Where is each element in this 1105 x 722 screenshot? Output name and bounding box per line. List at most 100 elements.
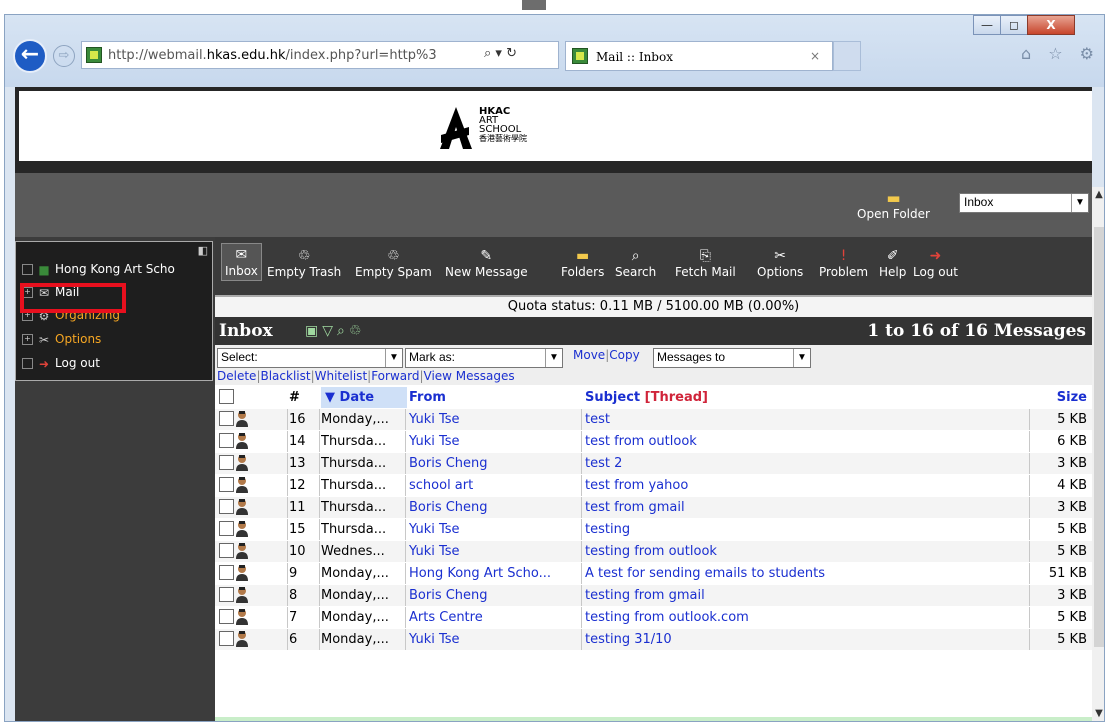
row-checkbox[interactable] bbox=[219, 499, 234, 514]
scroll-down-icon[interactable]: ▼ bbox=[1092, 708, 1104, 719]
message-subject[interactable]: test from gmail bbox=[585, 497, 1025, 518]
message-subject[interactable]: testing from outlook.com bbox=[585, 607, 1025, 628]
row-checkbox[interactable] bbox=[219, 411, 234, 426]
row-checkbox[interactable] bbox=[219, 521, 234, 536]
row-checkbox[interactable] bbox=[219, 587, 234, 602]
table-row[interactable]: 7 Monday,... Arts Centre testing from outlo… bbox=[215, 607, 1092, 628]
column-header-date[interactable]: ▼ Date bbox=[321, 387, 407, 408]
new-tab-button[interactable] bbox=[833, 41, 861, 71]
forward-link[interactable]: Forward bbox=[371, 369, 419, 383]
row-checkbox[interactable] bbox=[219, 455, 234, 470]
search-refresh-icons[interactable]: ⌕ ▾ ↻ bbox=[484, 46, 517, 61]
row-checkbox[interactable] bbox=[219, 477, 234, 492]
blacklist-link[interactable]: Blacklist bbox=[260, 369, 310, 383]
move-link[interactable]: Move bbox=[573, 348, 605, 362]
message-from[interactable]: Boris Cheng bbox=[409, 497, 581, 518]
column-divider bbox=[405, 519, 406, 540]
column-header-size[interactable]: Size bbox=[1033, 387, 1087, 408]
messages-to-dropdown[interactable]: Messages to ▼ bbox=[653, 348, 811, 368]
message-subject[interactable]: testing 31/10 bbox=[585, 629, 1025, 650]
row-checkbox[interactable] bbox=[219, 631, 234, 646]
help-button[interactable]: ✐ Help bbox=[879, 247, 906, 279]
table-row[interactable]: 15 Thursda... Yuki Tse testing 5 KB bbox=[215, 519, 1092, 540]
table-row[interactable]: 6 Monday,... Yuki Tse testing 31/10 5 KB bbox=[215, 629, 1092, 650]
message-from[interactable]: Yuki Tse bbox=[409, 431, 581, 452]
mark-as-dropdown[interactable]: Mark as: ▼ bbox=[405, 348, 563, 368]
message-subject[interactable]: test 2 bbox=[585, 453, 1025, 474]
scroll-up-icon[interactable]: ▲ bbox=[1092, 189, 1104, 200]
table-row[interactable]: 11 Thursda... Boris Cheng test from gmail 3 … bbox=[215, 497, 1092, 518]
whitelist-link[interactable]: Whitelist bbox=[315, 369, 368, 383]
table-row[interactable]: 14 Thursda... Yuki Tse test from outlook 6 K… bbox=[215, 431, 1092, 452]
message-from[interactable]: school art bbox=[409, 475, 581, 496]
folder-select[interactable]: Inbox ▼ bbox=[959, 193, 1089, 213]
scrollbar-thumb[interactable] bbox=[1094, 227, 1104, 647]
table-row[interactable]: 13 Thursda... Boris Cheng test 2 3 KB bbox=[215, 453, 1092, 474]
problem-button[interactable]: ! Problem bbox=[819, 247, 868, 279]
column-header-from[interactable]: From bbox=[409, 387, 581, 408]
home-favorites-settings-icons[interactable]: ⌂ ☆ ⚙ bbox=[1021, 44, 1100, 63]
message-subject[interactable]: test bbox=[585, 409, 1025, 430]
message-subject[interactable]: testing from gmail bbox=[585, 585, 1025, 606]
table-row[interactable]: 16 Monday,... Yuki Tse test 5 KB bbox=[215, 409, 1092, 430]
options-button[interactable]: ✂ Options bbox=[757, 247, 803, 279]
row-checkbox[interactable] bbox=[219, 565, 234, 580]
message-subject[interactable]: testing from outlook bbox=[585, 541, 1025, 562]
mailbox-tool-icons[interactable]: ▣▽⌕♲ bbox=[305, 323, 365, 339]
open-folder-button[interactable]: ▬ Open Folder bbox=[857, 189, 930, 221]
tab-mail-inbox[interactable]: Mail :: Inbox × bbox=[565, 41, 833, 71]
table-row[interactable]: 12 Thursda... school art test from yahoo 4 K… bbox=[215, 475, 1092, 496]
collapse-panel-icon[interactable]: ◧ bbox=[198, 244, 208, 257]
back-arrow-icon[interactable]: ← bbox=[13, 39, 47, 73]
folders-button[interactable]: ▬ Folders bbox=[561, 247, 604, 279]
message-subject[interactable]: A test for sending emails to students bbox=[585, 563, 1025, 584]
empty-spam-button[interactable]: ♲ Empty Spam bbox=[355, 247, 432, 279]
browser-window: — ◻ X ← ⇨ http://webmail.hkas.edu.hk/ind… bbox=[4, 14, 1105, 722]
vertical-scrollbar[interactable]: ▲ ▼ bbox=[1092, 187, 1104, 721]
expander-icon[interactable] bbox=[22, 358, 33, 369]
copy-link[interactable]: Copy bbox=[609, 348, 639, 362]
close-button[interactable]: X bbox=[1027, 15, 1075, 35]
expander-icon[interactable]: + bbox=[22, 334, 33, 345]
log-out-button[interactable]: ➜ Log out bbox=[913, 247, 958, 279]
message-subject[interactable]: test from yahoo bbox=[585, 475, 1025, 496]
message-from[interactable]: Hong Kong Art Scho... bbox=[409, 563, 581, 584]
row-checkbox[interactable] bbox=[219, 609, 234, 624]
tab-close-icon[interactable]: × bbox=[810, 49, 820, 63]
thread-link[interactable]: [Thread] bbox=[645, 390, 708, 405]
message-from[interactable]: Arts Centre bbox=[409, 607, 581, 628]
message-from[interactable]: Yuki Tse bbox=[409, 629, 581, 650]
logo-line-4: 香港藝術學院 bbox=[479, 134, 527, 143]
message-subject[interactable]: testing bbox=[585, 519, 1025, 540]
expander-icon[interactable] bbox=[22, 264, 33, 275]
maximize-button[interactable]: ◻ bbox=[1000, 15, 1028, 35]
view-messages-link[interactable]: View Messages bbox=[424, 369, 515, 383]
minimize-button[interactable]: — bbox=[973, 15, 1001, 35]
inbox-button[interactable]: ✉ Inbox bbox=[221, 243, 262, 281]
tree-item-hkas[interactable]: ■ Hong Kong Art Scho bbox=[22, 262, 175, 277]
subject-header-label[interactable]: Subject bbox=[585, 390, 640, 405]
row-checkbox[interactable] bbox=[219, 433, 234, 448]
delete-link[interactable]: Delete bbox=[217, 369, 256, 383]
new-message-button[interactable]: ✎ New Message bbox=[445, 247, 528, 279]
fetch-mail-button[interactable]: ⎘ Fetch Mail bbox=[675, 247, 736, 279]
search-button[interactable]: ⌕ Search bbox=[615, 247, 656, 279]
message-subject[interactable]: test from outlook bbox=[585, 431, 1025, 452]
tree-item-options[interactable]: + ✂ Options bbox=[22, 332, 101, 347]
empty-trash-button[interactable]: ♲ Empty Trash bbox=[267, 247, 341, 279]
message-from[interactable]: Boris Cheng bbox=[409, 585, 581, 606]
tree-item-logout[interactable]: ➜ Log out bbox=[22, 356, 100, 371]
message-from[interactable]: Yuki Tse bbox=[409, 519, 581, 540]
table-row[interactable]: 9 Monday,... Hong Kong Art Scho... A test f… bbox=[215, 563, 1092, 584]
table-row[interactable]: 8 Monday,... Boris Cheng testing from gmail… bbox=[215, 585, 1092, 606]
address-url[interactable]: http://webmail.hkas.edu.hk/index.php?url… bbox=[108, 48, 437, 63]
row-checkbox[interactable] bbox=[219, 543, 234, 558]
message-from[interactable]: Yuki Tse bbox=[409, 541, 581, 562]
address-bar[interactable]: http://webmail.hkas.edu.hk/index.php?url… bbox=[81, 41, 559, 69]
message-from[interactable]: Boris Cheng bbox=[409, 453, 581, 474]
select-dropdown[interactable]: Select: ▼ bbox=[217, 348, 403, 368]
forward-arrow-icon[interactable]: ⇨ bbox=[53, 45, 75, 67]
select-all-checkbox[interactable] bbox=[219, 389, 234, 404]
table-row[interactable]: 10 Wednes... Yuki Tse testing from outlook 5… bbox=[215, 541, 1092, 562]
message-from[interactable]: Yuki Tse bbox=[409, 409, 581, 430]
